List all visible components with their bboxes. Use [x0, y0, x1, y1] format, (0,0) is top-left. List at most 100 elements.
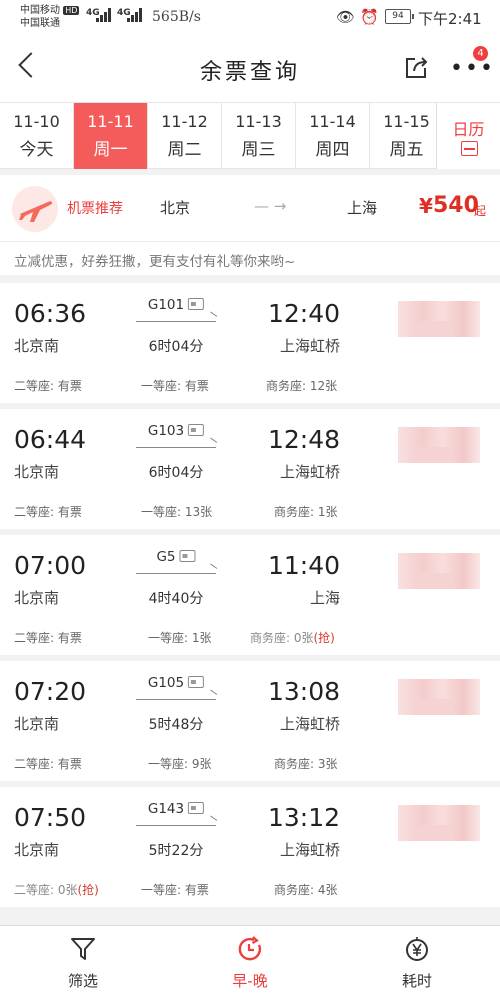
grab-ticket-link[interactable]: (抢)	[78, 883, 99, 897]
plane-icon	[12, 186, 58, 232]
first-class-seats: 一等座: 1张	[148, 631, 212, 645]
eye-icon: 👁	[336, 8, 356, 26]
sort-time-label: 早-晚	[232, 972, 268, 990]
filter-icon	[71, 938, 95, 960]
business-class-seats: 商务座: 12张	[266, 379, 338, 393]
first-class-seats: 一等座: 有票	[141, 883, 209, 897]
duration: 6时04分	[148, 465, 204, 481]
promo-arrow: — →	[254, 197, 287, 215]
filter-label: 筛选	[67, 972, 98, 990]
blurred-price	[398, 427, 480, 463]
battery-icon: 94	[385, 9, 414, 24]
share-icon[interactable]	[404, 54, 430, 80]
first-class-seats: 一等座: 9张	[148, 757, 212, 771]
calendar-label: 日历	[452, 120, 485, 139]
business-class-seats: 商务座: 3张	[274, 757, 338, 771]
blurred-price	[398, 679, 480, 715]
arrival-time: 13:12	[267, 803, 340, 832]
arrival-station: 上海虹桥	[279, 463, 340, 481]
status-bar: 中国移动 HD 中国联通 4G 4G 565B/s 👁 ⏰ 94 下午2:41	[0, 0, 500, 36]
notification-badge: 4	[473, 46, 488, 61]
price-symbol: ¥	[419, 194, 433, 218]
departure-time: 07:20	[14, 677, 87, 706]
promo-subtitle: 立减优惠，好券狂撒，更有支付有礼等你来哟~	[14, 254, 296, 270]
date-tab-11-10[interactable]: 11-10 今天	[0, 103, 74, 169]
arrival-station: 上海	[309, 589, 340, 607]
bottom-toolbar: 筛选 早-晚 耗时	[0, 925, 500, 1000]
train-row[interactable]: 07:50 北京南 G143 5时22分 13:12 上海虹桥 二等座: 0张(…	[0, 787, 500, 907]
train-row[interactable]: 06:44 北京南 G103 6时04分 12:48 上海虹桥 二等座: 有票 …	[0, 409, 500, 529]
flight-promo-tag: 机票推荐	[67, 201, 123, 217]
train-number: G105	[148, 675, 205, 691]
clock-sort-icon	[238, 936, 262, 961]
arrival-station: 上海虹桥	[279, 841, 340, 859]
second-class-seats: 二等座: 有票	[14, 505, 82, 519]
train-number: G101	[148, 297, 205, 313]
departure-time: 07:50	[14, 803, 87, 832]
date-tab-bar: 11-10 今天 11-11 周一 11-12 周二 11-13 周三 11-1…	[0, 102, 500, 169]
id-card-icon	[179, 550, 196, 562]
departure-station: 北京南	[14, 589, 60, 607]
date-tab-11-12[interactable]: 11-12 周二	[148, 103, 222, 169]
arrival-time: 11:40	[267, 551, 340, 580]
route-arrow	[136, 573, 216, 574]
train-row[interactable]: 07:20 北京南 G105 5时48分 13:08 上海虹桥 二等座: 有票 …	[0, 661, 500, 781]
sort-by-duration-button[interactable]: 耗时	[334, 926, 500, 1000]
date-tab-11-13[interactable]: 11-13 周三	[222, 103, 296, 169]
arrival-time: 12:48	[267, 425, 340, 454]
id-card-icon	[188, 298, 205, 310]
business-class-seats: 商务座: 4张	[274, 883, 338, 897]
arrival-station: 上海虹桥	[279, 715, 340, 733]
duration: 4时40分	[148, 591, 204, 607]
price-suffix: 起	[474, 204, 487, 218]
second-class-seats: 二等座: 有票	[14, 631, 82, 645]
flight-promo[interactable]: 机票推荐 北京 — → 上海 ¥ 540 起 立减优惠，好券狂撒，更有支付有礼等…	[0, 175, 500, 275]
filter-button[interactable]: 筛选	[0, 926, 166, 1000]
id-card-icon	[188, 802, 205, 814]
first-class-seats: 一等座: 13张	[141, 505, 213, 519]
train-row[interactable]: 07:00 北京南 G5 4时40分 11:40 上海 二等座: 有票 一等座:…	[0, 535, 500, 655]
timer-icon	[406, 937, 428, 961]
second-class-seats: 二等座: 0张(抢)	[14, 883, 99, 897]
calendar-icon	[461, 141, 478, 156]
sort-by-time-button[interactable]: 早-晚	[167, 926, 333, 1000]
business-class-seats: 商务座: 0张(抢)	[250, 631, 335, 645]
departure-time: 06:36	[14, 299, 87, 328]
id-card-icon	[188, 424, 205, 436]
carrier-info: 中国移动 HD 中国联通	[20, 4, 80, 30]
blurred-price	[398, 805, 480, 841]
train-row[interactable]: 06:36 北京南 G101 6时04分 12:40 上海虹桥 二等座: 有票 …	[0, 283, 500, 403]
blurred-price	[398, 553, 480, 589]
blurred-price	[398, 301, 480, 337]
date-tab-11-14[interactable]: 11-14 周四	[296, 103, 370, 169]
clock: 下午2:41	[418, 10, 482, 28]
alarm-icon: ⏰	[360, 8, 379, 26]
duration: 5时22分	[148, 843, 204, 859]
calendar-button[interactable]: 日历	[436, 103, 500, 169]
duration: 6时04分	[148, 339, 204, 355]
departure-time: 06:44	[14, 425, 87, 454]
train-number: G103	[148, 423, 205, 439]
id-card-icon	[188, 676, 205, 688]
nav-bar: 余票查询 ••• 4	[0, 36, 500, 102]
promo-price: 540	[433, 193, 479, 218]
train-number: G143	[148, 801, 205, 817]
departure-station: 北京南	[14, 841, 60, 859]
grab-ticket-link[interactable]: (抢)	[314, 631, 335, 645]
first-class-seats: 一等座: 有票	[141, 379, 209, 393]
duration: 5时48分	[148, 717, 204, 733]
duration-label: 耗时	[401, 972, 432, 990]
second-class-seats: 二等座: 有票	[14, 757, 82, 771]
date-tab-11-11[interactable]: 11-11 周一	[74, 103, 148, 169]
departure-time: 07:00	[14, 551, 87, 580]
hd-badge: HD	[63, 6, 80, 15]
train-number: G5	[156, 549, 196, 565]
route-arrow	[136, 447, 216, 448]
signal-icon	[96, 8, 114, 22]
date-tab-11-15[interactable]: 11-15 周五	[370, 103, 444, 169]
arrival-time: 12:40	[267, 299, 340, 328]
more-icon[interactable]: •••	[450, 58, 495, 80]
carrier-mobile: 中国移动	[20, 5, 60, 16]
route-arrow	[136, 699, 216, 700]
signal-icon-2	[127, 8, 145, 22]
